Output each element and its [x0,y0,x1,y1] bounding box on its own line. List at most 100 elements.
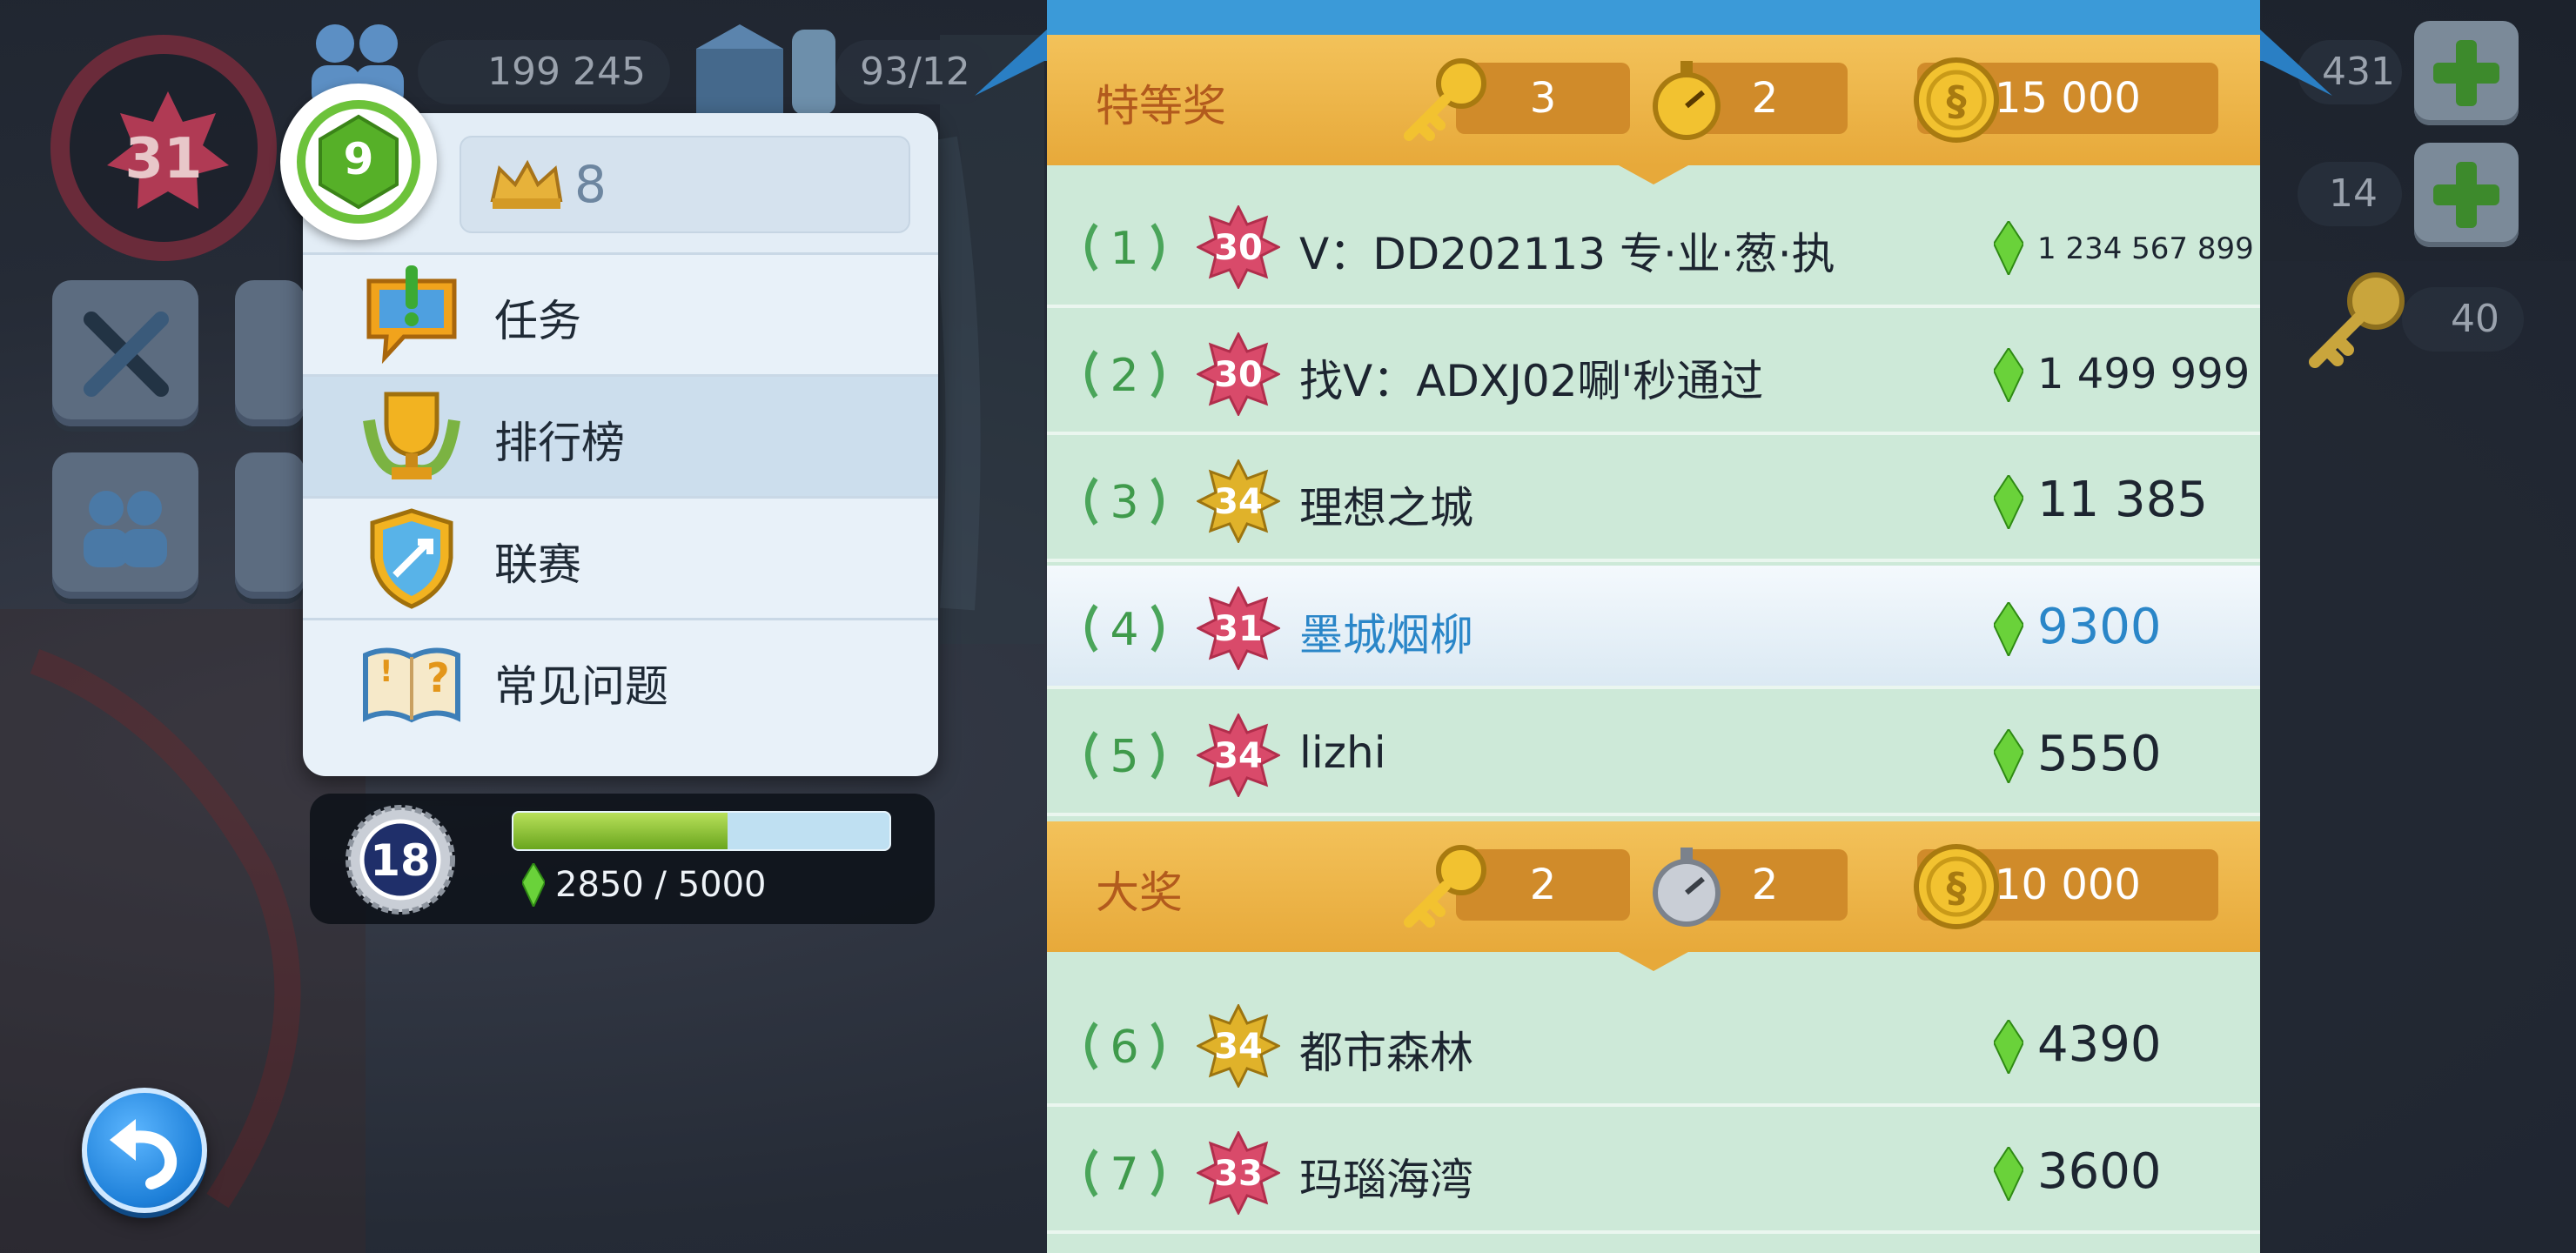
player-score: 1 499 999 [2037,350,2251,399]
tier-name: 大奖 [1096,868,1183,918]
player-score: 11 385 [2037,472,2208,528]
player-level: 30 [1214,228,1263,268]
back-arrow-icon [110,1119,178,1189]
player-score: 3600 [2037,1143,2162,1200]
player-score: 1 234 567 899 [2037,231,2254,266]
keys-counter: 40 [2402,287,2524,352]
league-progress-fill [513,813,728,849]
leaderboard-row[interactable]: 5 34 lizhi 5550 [1047,693,2260,816]
league-medal-icon: 18 [345,805,455,915]
player-level-badge[interactable]: 9 [280,84,437,240]
svg-text:§: § [1947,864,1967,911]
league-progress-panel: 18 2850 / 5000 [310,794,935,924]
player-name: V：DD202113 专·业·葱·执 [1299,229,1835,279]
currency-pill: 8 [460,136,910,233]
simoleon-gem-icon [1994,1147,2023,1201]
add-resource-button[interactable] [2414,143,2519,247]
silver-stopwatch-icon [1653,848,1721,927]
simoleon-gem-icon [1994,348,2023,402]
league-level-value: 18 [370,835,431,886]
games-button[interactable] [235,452,305,599]
rank-number: 1 [1110,223,1139,275]
mission-icon [366,265,457,365]
key-icon [1404,58,1486,141]
menu-item-missions[interactable]: 任务 [303,252,938,374]
menu-item-leaderboard[interactable]: 排行榜 [303,374,938,496]
menu-item-league[interactable]: 联赛 [303,496,938,618]
leaderboard-row[interactable]: 2 30 找V：ADXJ02唰'秒通过 1 499 999 [1047,312,2260,435]
tier-header-major: 大奖 2 2 10 000 § [1047,821,2260,971]
add-currency-button[interactable] [2414,21,2519,125]
trophy-icon [363,392,460,479]
player-level: 34 [1214,1027,1263,1067]
simoleon-gem-icon [1994,602,2023,656]
tier-header-notch [1619,165,1688,184]
rank-number: 3 [1110,477,1139,529]
city-level-value: 31 [124,127,203,191]
simoleon-gem-icon [1994,221,2023,275]
simoleon-gem-icon [1994,475,2023,529]
rank-number: 5 [1110,731,1139,783]
player-name: 墨城烟柳 [1299,610,1473,660]
player-name: 都市森林 [1299,1028,1473,1078]
menu-label-leaderboard: 排行榜 [494,418,625,468]
svg-text:?: ? [426,654,450,701]
menu-label-league: 联赛 [494,539,581,590]
key-icon [1404,845,1486,928]
population-counter: 199 245 [418,40,670,104]
key-icon [2309,272,2405,368]
svg-text:!: ! [379,654,393,689]
leaderboard-row-current-player[interactable]: 4 31 墨城烟柳 9300 [1047,566,2260,689]
player-score: 4390 [2037,1016,2162,1073]
right-mid-counter: 14 [2298,162,2402,226]
storage-icon [696,24,835,115]
rank-number: 6 [1110,1022,1139,1074]
player-score: 5550 [2037,726,2162,782]
wrench-icon [84,312,169,397]
player-name: 玛瑙海湾 [1299,1155,1473,1205]
crown-icon [490,159,563,209]
city-level-ring[interactable]: 31 [50,35,277,261]
storage-counter: 93/12 [835,40,992,104]
calendar-button[interactable] [235,280,305,426]
league-progress-text: 2850 / 5000 [555,865,767,905]
simoleon-gem-icon [1994,1020,2023,1074]
player-level: 34 [1214,736,1263,776]
tier-header-notch [1619,952,1688,971]
leaderboard-row[interactable]: 7 33 玛瑙海湾 3600 [1047,1110,2260,1234]
player-level-value: 9 [343,134,374,184]
currency-value: 8 [574,155,607,214]
tools-button[interactable] [52,280,198,426]
player-score: 9300 [2037,599,2162,655]
menu-label-missions: 任务 [494,296,581,346]
simoleon-coin-icon: § [1914,57,1999,143]
simoleon-coin-icon: § [1914,844,1999,929]
tier-header-grand: 特等奖 3 2 15 000 § [1047,35,2260,184]
stopwatch-icon [1653,61,1721,140]
shield-icon [370,508,453,609]
simoleon-gem-icon [522,863,545,907]
league-progress-bar [512,811,891,851]
leaderboard-row[interactable]: 6 34 都市森林 4390 [1047,983,2260,1107]
menu-item-faq[interactable]: ? ! 常见问题 [303,618,938,740]
player-name: 理想之城 [1299,483,1473,533]
tier-name: 特等奖 [1096,81,1226,131]
player-level: 34 [1214,482,1263,522]
player-level: 30 [1214,355,1263,395]
simoleon-gem-icon [1994,729,2023,783]
leaderboard-row[interactable]: 1 30 V：DD202113 专·业·葱·执 1 234 567 899 [1047,184,2260,308]
svg-text:§: § [1947,77,1967,124]
player-name: 找V：ADXJ02唰'秒通过 [1299,356,1764,406]
friends-button[interactable] [52,452,198,599]
rank-number: 4 [1110,604,1139,656]
back-button[interactable] [82,1088,207,1213]
leaderboard-row[interactable]: 3 34 理想之城 11 385 [1047,439,2260,562]
friends-icon [84,491,167,567]
player-level: 33 [1214,1154,1263,1194]
player-name: lizhi [1299,727,1386,778]
rank-number: 7 [1110,1149,1139,1201]
player-level: 31 [1214,609,1263,649]
menu-label-faq: 常见问题 [494,661,668,712]
rank-number: 2 [1110,350,1139,402]
faq-book-icon: ? ! [363,647,460,723]
